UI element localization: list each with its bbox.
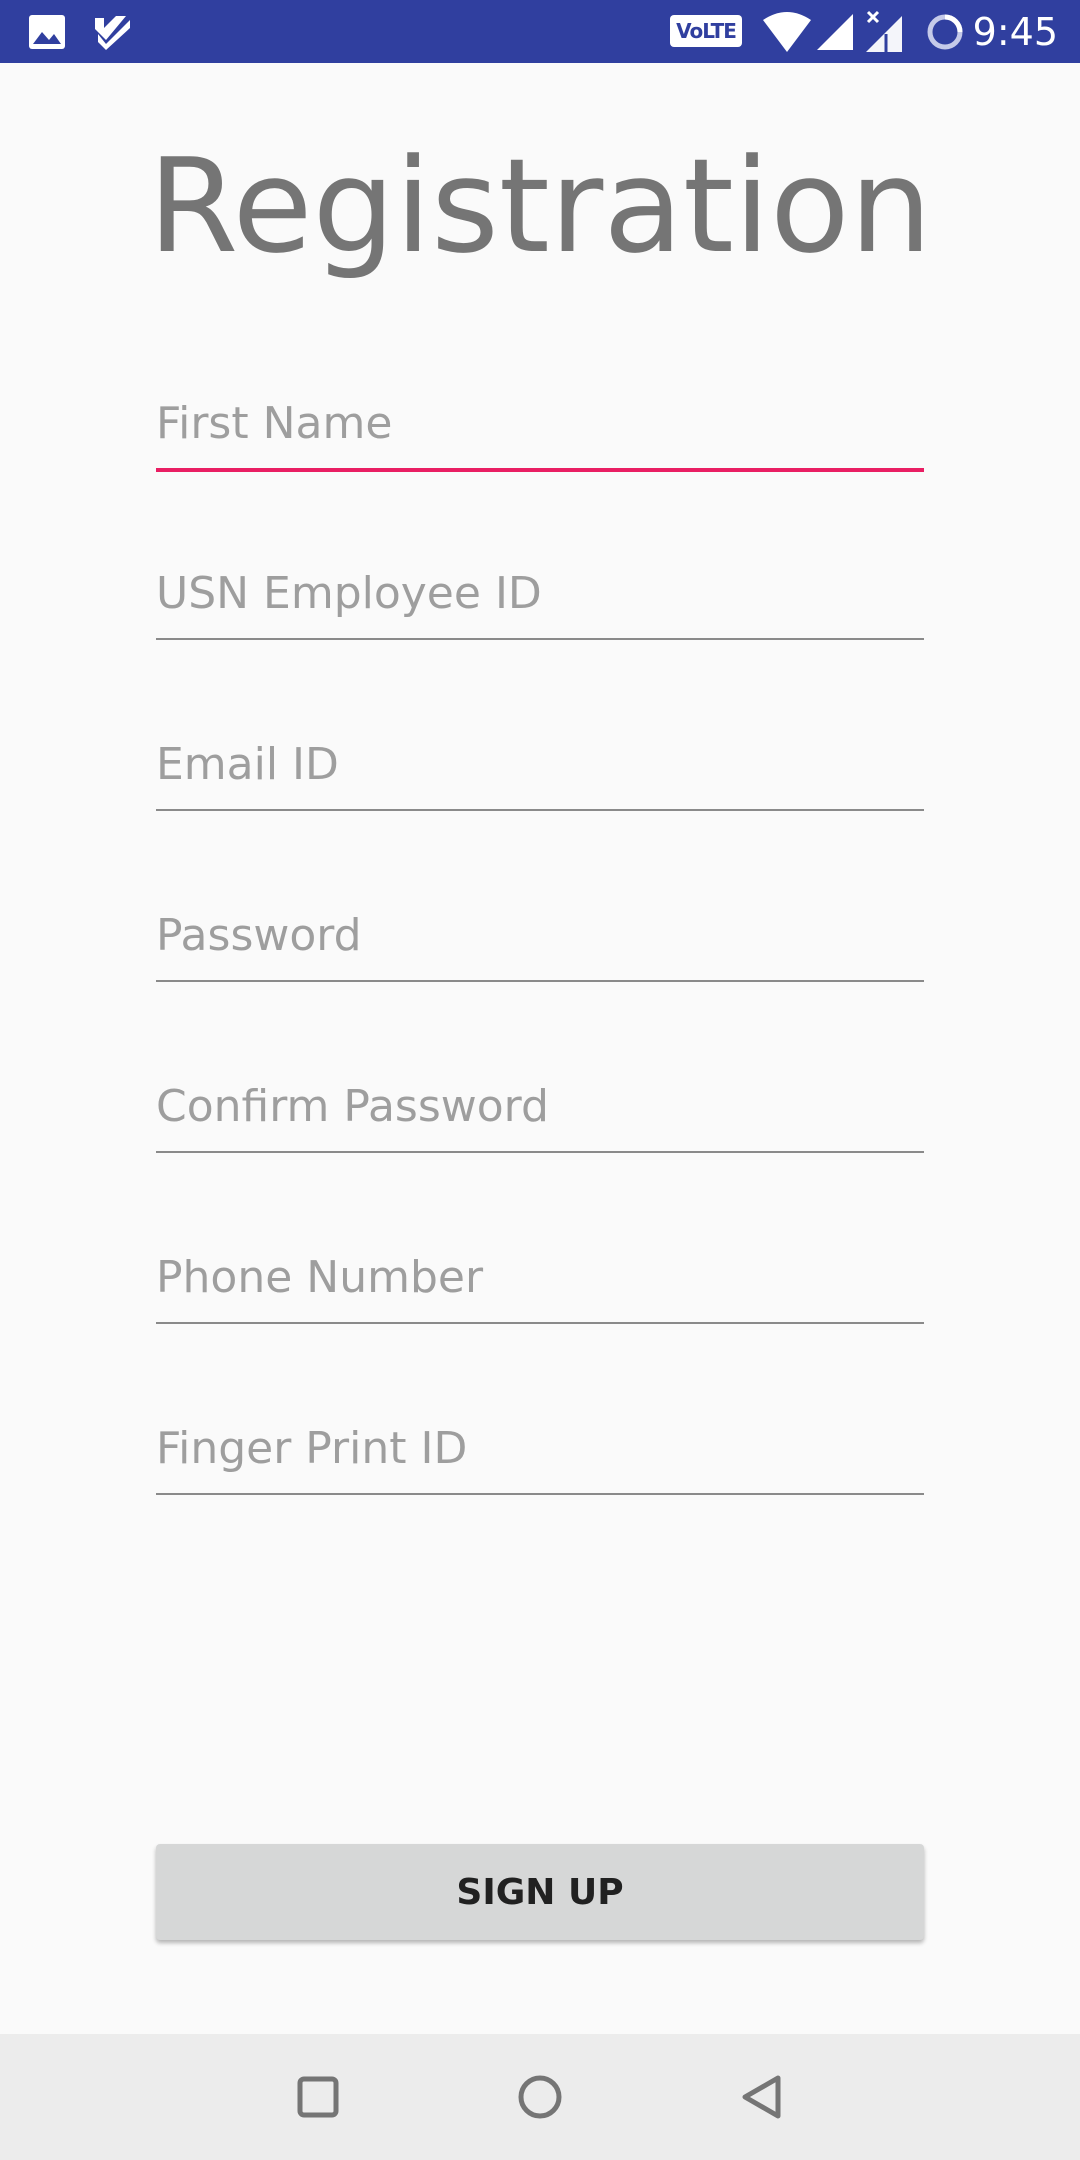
confirm-password-underline xyxy=(156,1151,924,1153)
status-time: 9:45 xyxy=(972,9,1058,54)
phone-number-field[interactable] xyxy=(156,1242,924,1324)
finger-print-id-underline xyxy=(156,1493,924,1495)
first-name-underline xyxy=(156,468,924,472)
recents-icon[interactable] xyxy=(283,2062,353,2132)
email-id-underline xyxy=(156,809,924,811)
email-id-input[interactable] xyxy=(156,729,924,809)
confirm-password-field[interactable] xyxy=(156,1071,924,1153)
usn-employee-id-underline xyxy=(156,638,924,640)
home-icon[interactable] xyxy=(505,2062,575,2132)
confirm-password-input[interactable] xyxy=(156,1071,924,1151)
finger-print-id-field[interactable] xyxy=(156,1413,924,1495)
check-task-icon xyxy=(92,0,132,63)
sync-icon xyxy=(925,0,965,63)
page-title: Registration xyxy=(148,130,932,282)
image-icon xyxy=(28,0,66,63)
signal-off-icon xyxy=(864,0,904,63)
back-icon[interactable] xyxy=(727,2062,797,2132)
volte-badge: VoLTE xyxy=(670,15,742,47)
usn-employee-id-input[interactable] xyxy=(156,558,924,638)
first-name-field[interactable] xyxy=(156,388,924,472)
status-bar: VoLTE 9:45 xyxy=(0,0,1080,63)
password-underline xyxy=(156,980,924,982)
password-field[interactable] xyxy=(156,900,924,982)
email-id-field[interactable] xyxy=(156,729,924,811)
signal-icon xyxy=(815,0,853,63)
phone-number-input[interactable] xyxy=(156,1242,924,1322)
usn-employee-id-field[interactable] xyxy=(156,558,924,640)
finger-print-id-input[interactable] xyxy=(156,1413,924,1493)
navigation-bar xyxy=(0,2034,1080,2160)
wifi-icon xyxy=(763,0,811,63)
phone-number-underline xyxy=(156,1322,924,1324)
first-name-input[interactable] xyxy=(156,388,924,468)
password-input[interactable] xyxy=(156,900,924,980)
sign-up-button[interactable]: SIGN UP xyxy=(156,1844,924,1940)
